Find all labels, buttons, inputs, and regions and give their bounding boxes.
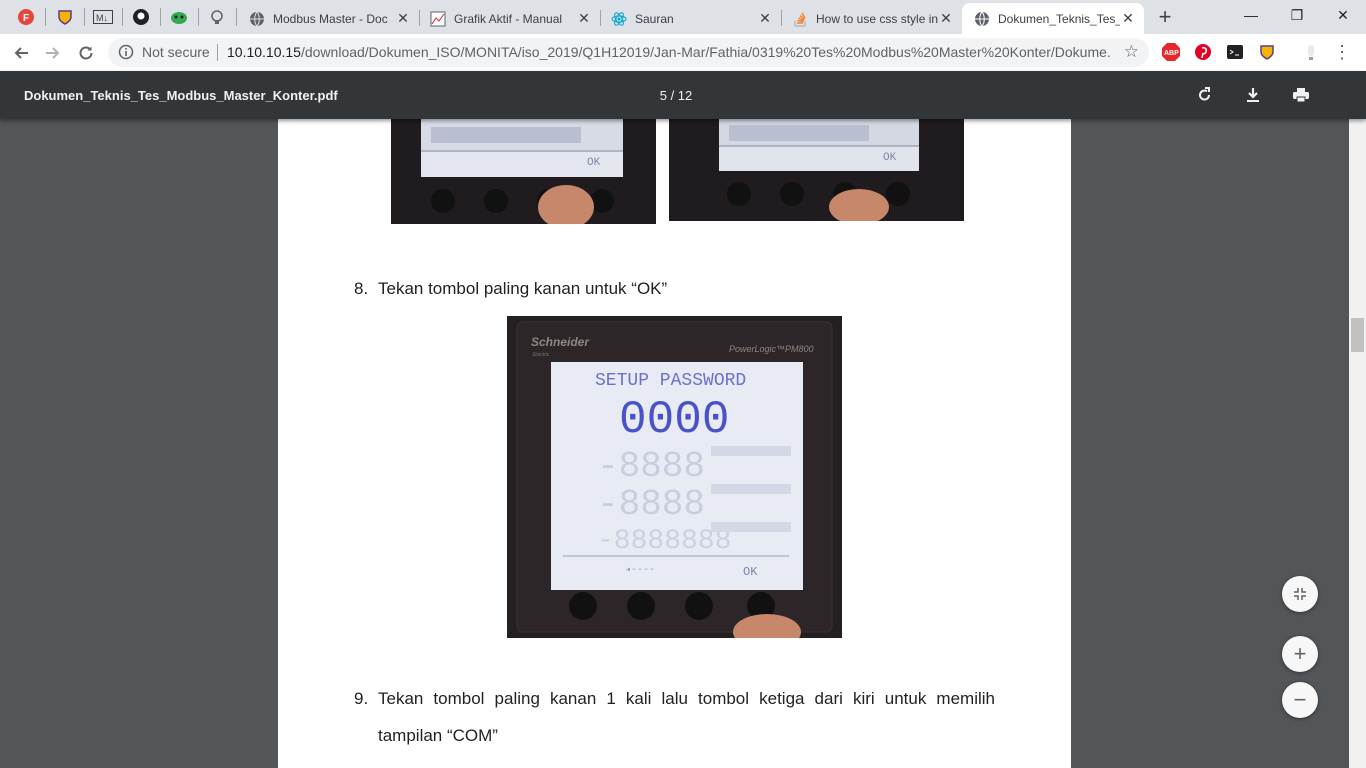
url-host: 10.10.10.15	[227, 44, 301, 60]
close-tab-icon[interactable]: ✕	[395, 10, 411, 27]
pdf-page: OK OK 8. Tekan tombol paling kanan untuk…	[278, 119, 1071, 768]
address-bar[interactable]: Not secure 10.10.10.15/download/Dokumen_…	[108, 38, 1149, 67]
pdf-filename: Dokumen_Teknis_Tes_Modbus_Master_Konter.…	[24, 88, 338, 103]
list-text: Tekan tombol paling kanan 1 kali lalu to…	[378, 689, 995, 708]
tab-css-style[interactable]: How to use css style in ✕	[780, 3, 962, 34]
list-number: 9.	[354, 689, 369, 708]
close-tab-icon[interactable]: ✕	[938, 10, 954, 27]
tab-modbus-master[interactable]: Modbus Master - Doc ✕	[237, 3, 419, 34]
arrow-left-icon	[14, 47, 28, 59]
zoom-out-button[interactable]: −	[1282, 682, 1318, 718]
shield-extension-icon[interactable]	[1258, 43, 1276, 61]
meter-brand: Schneider	[531, 335, 590, 349]
scrollbar-track[interactable]	[1349, 71, 1366, 768]
chrome-menu-icon[interactable]: ⋮	[1333, 42, 1351, 62]
firefox-f-icon[interactable]: F	[12, 5, 40, 29]
lighthouse-icon[interactable]	[203, 5, 231, 29]
list-number: 8.	[354, 279, 369, 298]
lcd-header: SETUP PASSWORD	[595, 371, 746, 391]
restore-button[interactable]: ❐	[1274, 0, 1320, 30]
close-tab-icon[interactable]: ✕	[757, 10, 773, 27]
shield-extension-icon[interactable]	[51, 5, 79, 29]
meter-model: PowerLogic™PM800	[729, 344, 814, 354]
react-icon	[611, 11, 627, 27]
tab-dokumen-teknis[interactable]: Dokumen_Teknis_Tes_ ✕	[962, 3, 1144, 34]
close-tab-icon[interactable]: ✕	[1120, 10, 1136, 27]
fit-page-icon	[1294, 588, 1306, 600]
tab-title: Dokumen_Teknis_Tes_	[998, 11, 1120, 26]
scrollbar-thumb[interactable]	[1351, 318, 1364, 352]
list-text: Tekan tombol paling kanan untuk “OK”	[378, 279, 668, 298]
tab-title: Modbus Master - Doc	[273, 11, 388, 26]
separator	[122, 8, 123, 26]
reload-button[interactable]	[73, 40, 99, 66]
separator	[160, 8, 161, 26]
tab-grafik-aktif[interactable]: Grafik Aktif - Manual ✕	[418, 3, 600, 34]
profile-avatar-icon[interactable]	[1302, 43, 1320, 61]
lcd-ok-label: OK	[587, 157, 601, 169]
close-window-button[interactable]: ✕	[1320, 0, 1366, 30]
abp-label: ABP	[1164, 50, 1179, 57]
fit-to-page-button[interactable]	[1282, 576, 1318, 612]
tab-title: Sauran	[635, 11, 674, 26]
lcd-ok-label: OK	[743, 565, 758, 579]
terminal-extension-icon[interactable]	[1226, 43, 1244, 61]
reload-icon	[79, 46, 93, 60]
separator	[217, 44, 218, 61]
svg-text:◂----: ◂----	[625, 565, 655, 576]
list-item-step-8: 8. Tekan tombol paling kanan untuk “OK”	[354, 279, 1004, 301]
adblock-plus-icon[interactable]: ABP	[1162, 43, 1180, 61]
tab-sauran[interactable]: Sauran ✕	[599, 3, 781, 34]
separator	[198, 8, 199, 26]
svg-text:M↓: M↓	[96, 13, 108, 23]
info-icon[interactable]	[118, 44, 134, 60]
list-item-step-9-continued: tampilan “COM”	[378, 726, 998, 748]
page-indicator[interactable]: 5 / 12	[650, 88, 702, 103]
zoom-in-button[interactable]: +	[1282, 636, 1318, 672]
markdown-icon[interactable]: M↓	[89, 5, 117, 29]
chart-doc-icon	[430, 11, 446, 27]
github-icon[interactable]	[127, 5, 155, 29]
lcd-ok-label: OK	[883, 152, 897, 164]
back-button[interactable]	[8, 40, 34, 66]
svg-text:-8888: -8888	[597, 484, 705, 525]
browser-toolbar: Not secure 10.10.10.15/download/Dokumen_…	[0, 34, 1366, 72]
forward-button[interactable]	[40, 40, 66, 66]
new-tab-button[interactable]: +	[1153, 4, 1177, 29]
arrow-right-icon	[46, 47, 60, 59]
pinterest-icon[interactable]	[1194, 43, 1212, 61]
meter-photo-top-right: OK	[669, 119, 964, 221]
print-icon[interactable]	[1289, 83, 1313, 107]
bookmark-star-icon[interactable]: ☆	[1124, 42, 1139, 62]
separator	[84, 8, 85, 26]
list-item-step-9: 9. Tekan tombol paling kanan 1 kali lalu…	[354, 689, 1004, 711]
url-text[interactable]: 10.10.10.15/download/Dokumen_ISO/MONITA/…	[227, 44, 1112, 60]
list-text: tampilan “COM”	[378, 726, 498, 745]
globe-icon	[974, 11, 990, 27]
download-icon[interactable]	[1241, 83, 1265, 107]
meter-brand-sub: Electric	[533, 352, 550, 358]
minimize-button[interactable]: —	[1228, 0, 1274, 30]
rotate-icon[interactable]	[1193, 83, 1217, 107]
stackoverflow-icon	[792, 11, 808, 27]
green-monster-icon[interactable]	[165, 5, 193, 29]
meter-photo-setup-password: Schneider Electric PowerLogic™PM800 SETU…	[507, 316, 842, 638]
tab-title: How to use css style in	[816, 11, 938, 26]
lcd-password-value: 0000	[619, 394, 729, 446]
url-path: /download/Dokumen_ISO/MONITA/iso_2019/Q1…	[300, 44, 1112, 60]
close-tab-icon[interactable]: ✕	[576, 10, 592, 27]
pdf-toolbar: Dokumen_Teknis_Tes_Modbus_Master_Konter.…	[0, 71, 1366, 119]
svg-text:F: F	[23, 13, 29, 24]
svg-text:-8888: -8888	[597, 446, 705, 487]
globe-icon	[249, 11, 265, 27]
security-label[interactable]: Not secure	[142, 44, 210, 60]
tab-title: Grafik Aktif - Manual	[454, 11, 563, 26]
separator	[45, 8, 46, 26]
meter-photo-top-left: OK	[391, 119, 656, 224]
tab-strip: F M↓ Modbus Master - Doc ✕ Grafik Aktif …	[0, 0, 1366, 34]
